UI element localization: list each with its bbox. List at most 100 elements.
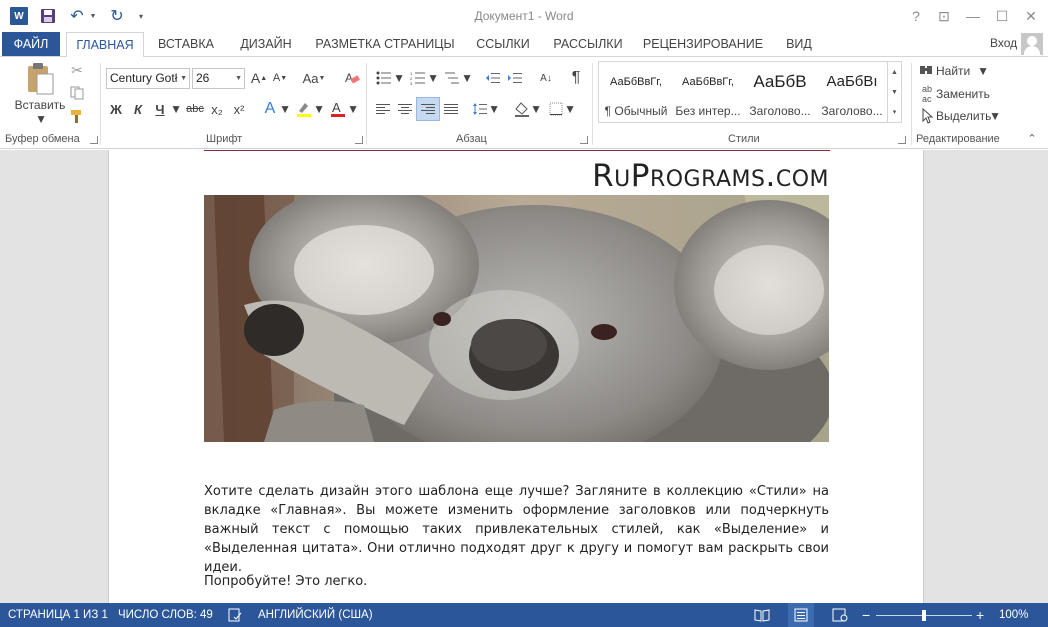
language-indicator[interactable]: АНГЛИЙСКИЙ (США) [258,603,373,627]
underline-dropdown-icon[interactable]: ▼ [170,102,182,116]
shading-icon[interactable] [512,99,532,119]
paste-icon[interactable] [24,61,58,97]
line-spacing-icon[interactable] [470,99,490,119]
help-button[interactable]: ? [905,6,927,26]
print-layout-icon[interactable] [788,603,814,627]
align-left-icon[interactable] [374,99,392,119]
find-dropdown-icon[interactable]: ▼ [977,64,989,78]
zoom-in-button[interactable]: + [976,603,984,627]
tab-file[interactable]: ФАЙЛ [2,32,60,56]
multilevel-dropdown-icon[interactable]: ▼ [461,71,473,85]
styles-scroll-up-icon[interactable]: ▲ [887,62,901,82]
tab-page-layout[interactable]: РАЗМЕТКА СТРАНИЦЫ [312,32,458,56]
select-icon[interactable] [918,107,936,125]
close-button[interactable]: ✕ [1020,6,1042,26]
align-right-icon[interactable] [416,97,440,121]
underline-button[interactable]: Ч [152,99,168,119]
page-count[interactable]: СТРАНИЦА 1 ИЗ 1 [8,603,108,627]
zoom-level[interactable]: 100% [999,603,1028,627]
paragraph-launcher-icon[interactable] [580,136,588,144]
subscript-button[interactable]: x₂ [208,99,226,119]
styles-scroll-down-icon[interactable]: ▼ [887,82,901,102]
font-color-icon[interactable]: A [328,99,348,119]
superscript-button[interactable]: x² [230,99,248,119]
ribbon-display-button[interactable]: ⊡ [933,6,955,26]
zoom-slider[interactable] [876,603,972,627]
shrink-font-button[interactable]: A ▼ [271,68,289,88]
header-brand[interactable]: RuPrograms.com [204,158,829,194]
copy-icon[interactable] [68,84,86,102]
tab-view[interactable]: ВИД [778,32,820,56]
clear-formatting-icon[interactable]: A [342,68,362,88]
bold-button[interactable]: Ж [108,99,124,119]
word-count[interactable]: ЧИСЛО СЛОВ: 49 [118,603,213,627]
show-marks-button[interactable]: ¶ [566,68,586,88]
body-paragraph[interactable]: Попробуйте! Это легко. [204,572,829,591]
avatar[interactable] [1021,33,1043,55]
styles-launcher-icon[interactable] [898,136,906,144]
body-paragraph[interactable]: Хотите сделать дизайн этого шаблона еще … [204,482,829,577]
tab-review[interactable]: РЕЦЕНЗИРОВАНИЕ [640,32,766,56]
styles-more-icon[interactable]: ▾ [887,102,901,122]
strikethrough-button[interactable]: abc [184,99,206,119]
read-mode-icon[interactable] [754,603,770,627]
bullets-icon[interactable] [374,68,394,88]
font-size-combo[interactable]: 26 ▼ [192,68,245,89]
font-name-combo[interactable]: Century Gotł ▼ [106,68,190,89]
tab-references[interactable]: ССЫЛКИ [470,32,536,56]
find-button[interactable]: Найти [936,62,978,80]
shading-dropdown-icon[interactable]: ▼ [530,102,542,116]
tab-design[interactable]: ДИЗАЙН [230,32,302,56]
bullets-dropdown-icon[interactable]: ▼ [393,71,405,85]
justify-icon[interactable] [442,99,460,119]
highlight-icon[interactable] [294,99,314,119]
style-heading-2[interactable]: АаБбВı Заголово... [817,64,887,120]
proofing-icon[interactable] [228,603,242,627]
line-spacing-dropdown-icon[interactable]: ▼ [488,102,500,116]
style-normal[interactable]: АаБбВвГг, ¶ Обычный [601,64,671,120]
koala-image[interactable] [204,195,829,442]
svg-text:3: 3 [410,81,413,85]
select-button[interactable]: Выделить [936,107,991,125]
borders-dropdown-icon[interactable]: ▼ [564,102,576,116]
decrease-indent-icon[interactable] [484,68,502,88]
tab-insert[interactable]: ВСТАВКА [150,32,222,56]
text-effects-icon[interactable]: A [260,99,280,119]
multilevel-list-icon[interactable] [442,68,462,88]
numbering-dropdown-icon[interactable]: ▼ [427,71,439,85]
tab-mailings[interactable]: РАССЫЛКИ [548,32,628,56]
cut-icon[interactable]: ✂ [68,61,86,79]
find-icon[interactable] [918,62,936,80]
text-effects-dropdown-icon[interactable]: ▼ [279,102,291,116]
minimize-button[interactable]: — [962,6,984,26]
document-page[interactable]: RuPrograms.com Хотите сделать дизайн это… [108,150,924,603]
numbering-icon[interactable]: 123 [408,68,428,88]
select-dropdown-icon[interactable]: ▼ [989,109,1001,123]
change-case-button[interactable]: Aa ▼ [300,68,328,88]
replace-button[interactable]: Заменить [936,85,996,103]
style-heading-1[interactable]: АаБбВ Заголово... [745,64,815,120]
highlight-dropdown-icon[interactable]: ▼ [313,102,325,116]
increase-indent-icon[interactable] [506,68,524,88]
font-color-dropdown-icon[interactable]: ▼ [347,102,359,116]
sort-icon[interactable]: A↓ [536,68,556,88]
italic-button[interactable]: К [130,99,146,119]
zoom-slider-thumb[interactable] [922,609,926,621]
replace-icon[interactable]: ab ac [918,84,936,104]
tab-home[interactable]: ГЛАВНАЯ [66,32,144,57]
collapse-ribbon-icon[interactable]: ⌃ [1024,131,1040,145]
clipboard-launcher-icon[interactable] [90,136,98,144]
align-center-icon[interactable] [396,99,414,119]
sign-in-link[interactable]: Вход [990,36,1017,50]
paste-button[interactable]: Вставить [10,97,70,113]
document-area[interactable]: RuPrograms.com Хотите сделать дизайн это… [0,150,1048,603]
format-painter-icon[interactable] [68,107,86,125]
web-layout-icon[interactable] [832,603,848,627]
grow-font-button[interactable]: A ▲ [250,68,268,88]
font-launcher-icon[interactable] [355,136,363,144]
zoom-out-button[interactable]: − [862,603,870,627]
paste-dropdown-icon[interactable]: ▼ [35,112,47,126]
maximize-button[interactable]: ☐ [991,6,1013,26]
borders-icon[interactable] [546,99,566,119]
style-no-spacing[interactable]: АаБбВвГг, Без интер... [673,64,743,120]
